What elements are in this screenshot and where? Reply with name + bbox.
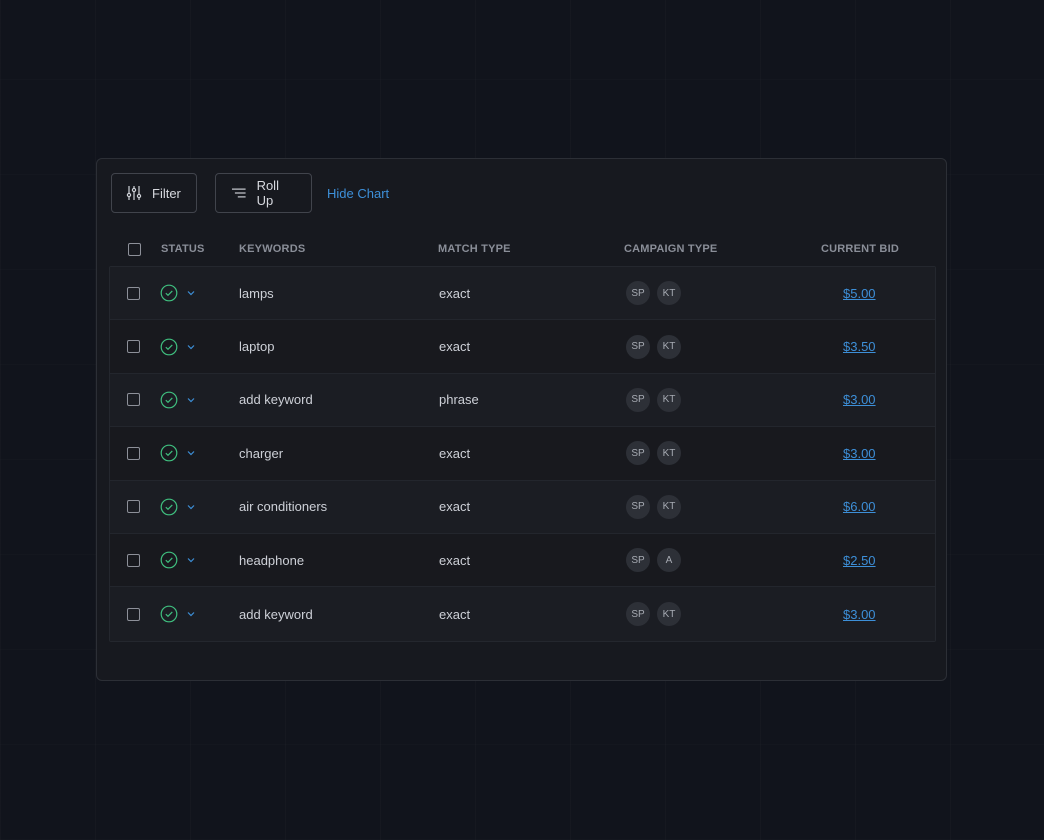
current-bid-link[interactable]: $3.50	[843, 339, 876, 354]
keywords-panel: Filter Roll Up Hide Chart STATUS KEYWORD…	[96, 158, 947, 681]
chevron-down-icon[interactable]	[187, 557, 195, 563]
table-row[interactable]: lamps exact SP KT $5.00	[110, 267, 935, 321]
campaign-type-badge: SP	[626, 602, 650, 627]
list-icon	[231, 188, 246, 198]
chevron-down-icon[interactable]	[187, 344, 195, 350]
campaign-type-badge: KT	[657, 387, 681, 412]
toolbar: Filter Roll Up Hide Chart	[111, 173, 389, 213]
header-match-type[interactable]: MATCH TYPE	[438, 243, 511, 255]
row-checkbox[interactable]	[127, 553, 140, 567]
check-circle-icon	[160, 444, 178, 462]
row-checkbox[interactable]	[127, 286, 140, 300]
campaign-type-badge: KT	[657, 281, 681, 306]
current-bid-link[interactable]: $5.00	[843, 286, 876, 301]
header-status[interactable]: STATUS	[161, 243, 205, 255]
row-checkbox[interactable]	[127, 500, 140, 514]
table-body: lamps exact SP KT $5.00 laptop exact SP KT…	[109, 266, 936, 642]
campaign-type-badge: KT	[657, 334, 681, 359]
status-cell	[160, 338, 195, 356]
table-row[interactable]: laptop exact SP KT $3.50	[110, 320, 935, 374]
campaign-type-badge: SP	[626, 494, 650, 519]
table-row[interactable]: add keyword exact SP KT $3.00	[110, 587, 935, 641]
keyword-cell: add keyword	[239, 392, 313, 408]
chevron-down-icon[interactable]	[187, 504, 195, 510]
campaign-type-cell: SP KT	[626, 441, 688, 466]
campaign-type-badge: KT	[657, 441, 681, 466]
status-cell	[160, 284, 195, 302]
keyword-cell: air conditioners	[239, 499, 328, 515]
campaign-type-cell: SP A	[626, 548, 688, 573]
match-type-cell: exact	[439, 499, 471, 515]
header-current-bid[interactable]: CURRENT BID	[821, 243, 899, 255]
campaign-type-badge: SP	[626, 281, 650, 306]
campaign-type-cell: SP KT	[626, 281, 688, 306]
check-circle-icon	[160, 605, 178, 623]
sliders-icon	[126, 186, 142, 200]
row-checkbox[interactable]	[127, 446, 140, 460]
chevron-down-icon[interactable]	[187, 397, 195, 403]
hide-chart-link[interactable]: Hide Chart	[327, 186, 389, 201]
campaign-type-badge: SP	[626, 441, 650, 466]
check-circle-icon	[160, 338, 178, 355]
status-cell	[160, 605, 195, 623]
campaign-type-cell: SP KT	[626, 494, 688, 519]
campaign-type-badge: A	[657, 548, 681, 573]
campaign-type-cell: SP KT	[626, 387, 688, 412]
status-cell	[160, 551, 195, 569]
campaign-type-cell: SP KT	[626, 334, 688, 359]
campaign-type-badge: SP	[626, 387, 650, 412]
current-bid-link[interactable]: $2.50	[843, 553, 876, 568]
match-type-cell: exact	[439, 552, 471, 568]
select-all-checkbox[interactable]	[128, 242, 141, 256]
filter-button[interactable]: Filter	[111, 173, 197, 213]
chevron-down-icon[interactable]	[187, 611, 195, 617]
row-checkbox[interactable]	[127, 607, 140, 621]
status-cell	[160, 444, 195, 462]
check-circle-icon	[160, 284, 178, 302]
keyword-cell: headphone	[239, 552, 305, 568]
status-cell	[160, 391, 195, 409]
rollup-button[interactable]: Roll Up	[215, 173, 312, 213]
current-bid-link[interactable]: $3.00	[843, 607, 876, 622]
current-bid-link[interactable]: $6.00	[843, 499, 876, 514]
match-type-cell: exact	[439, 606, 471, 622]
table-row[interactable]: add keyword phrase SP KT $3.00	[110, 373, 935, 428]
row-checkbox[interactable]	[127, 340, 140, 354]
campaign-type-badge: KT	[657, 602, 681, 627]
keyword-cell: charger	[239, 445, 284, 461]
match-type-cell: phrase	[439, 392, 479, 408]
check-circle-icon	[160, 498, 178, 516]
header-keywords[interactable]: KEYWORDS	[239, 243, 305, 255]
campaign-type-cell: SP KT	[626, 602, 688, 627]
campaign-type-badge: KT	[657, 494, 681, 519]
match-type-cell: exact	[439, 285, 471, 301]
chevron-down-icon[interactable]	[187, 290, 195, 296]
campaign-type-badge: SP	[626, 548, 650, 573]
status-cell	[160, 498, 195, 516]
rollup-label: Roll Up	[256, 178, 279, 208]
current-bid-link[interactable]: $3.00	[843, 392, 876, 407]
keyword-cell: laptop	[239, 339, 275, 355]
chevron-down-icon[interactable]	[187, 450, 195, 456]
table-row[interactable]: headphone exact SP A $2.50	[110, 533, 935, 588]
row-checkbox[interactable]	[127, 393, 140, 407]
filter-label: Filter	[152, 185, 181, 201]
current-bid-link[interactable]: $3.00	[843, 446, 876, 461]
table-row[interactable]: charger exact SP KT $3.00	[110, 427, 935, 481]
check-circle-icon	[160, 391, 178, 409]
keyword-cell: add keyword	[239, 606, 313, 622]
campaign-type-badge: SP	[626, 334, 650, 359]
check-circle-icon	[160, 551, 178, 569]
table-row[interactable]: air conditioners exact SP KT $6.00	[110, 480, 935, 534]
match-type-cell: exact	[439, 445, 471, 461]
match-type-cell: exact	[439, 339, 471, 355]
keyword-cell: lamps	[239, 285, 274, 301]
header-campaign-type[interactable]: CAMPAIGN TYPE	[624, 243, 717, 255]
table-header: STATUS KEYWORDS MATCH TYPE CAMPAIGN TYPE…	[111, 231, 937, 267]
